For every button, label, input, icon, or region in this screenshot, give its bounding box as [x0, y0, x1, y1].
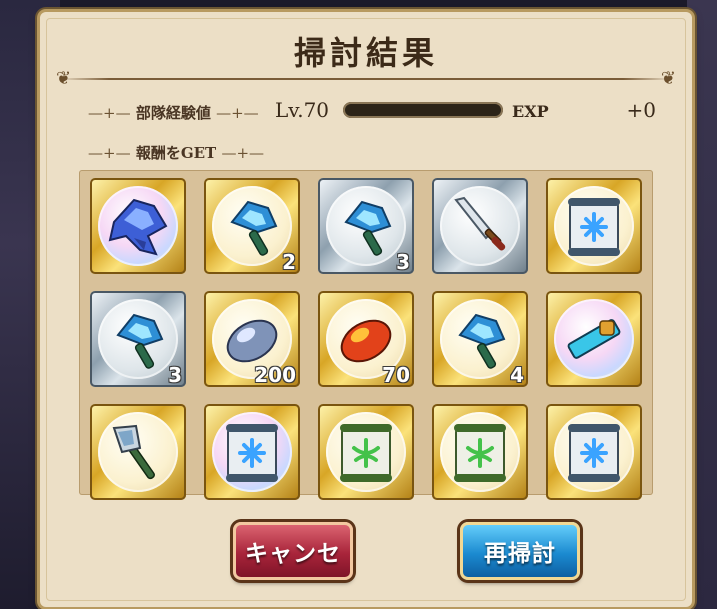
reward-item-tile[interactable] [546, 291, 642, 387]
level-text: Lv.70 [275, 98, 330, 122]
blue-rune-scroll-icon [568, 198, 620, 256]
ornament-dash-icon: —+— [221, 144, 265, 162]
reward-item-tile[interactable] [546, 178, 642, 274]
dialog-title: 掃討結果 [293, 34, 438, 72]
rewards-row: —+— 報酬をGET —+— [88, 142, 264, 163]
reward-item-tile[interactable] [318, 404, 414, 500]
reward-quantity: 3 [396, 250, 410, 274]
reward-item-tile[interactable]: 3 [90, 291, 186, 387]
ornament-dash-icon: —+— [88, 104, 131, 122]
rewards-label: 報酬をGET [135, 144, 217, 162]
reward-grid: 2 3 3 200 70 4 [79, 170, 653, 500]
exp-label: EXP [512, 102, 549, 121]
blue-crystal-ore-icon [230, 200, 278, 256]
reward-item-tile[interactable] [204, 404, 300, 500]
blue-crystal-ore-icon [344, 200, 392, 256]
party-exp-row: —+— 部隊経験値 —+— [88, 102, 259, 123]
battle-axe-icon [112, 424, 155, 480]
reward-item-tile[interactable] [432, 404, 528, 500]
blue-rune-scroll-icon [226, 424, 278, 482]
dagger-icon [454, 196, 506, 251]
reward-item-tile[interactable]: 3 [318, 178, 414, 274]
blue-crystal-ore-icon [458, 313, 506, 369]
exp-gain: +0 [626, 98, 656, 122]
party-exp-label: 部隊経験値 [135, 104, 211, 122]
reward-item-tile[interactable]: 2 [204, 178, 300, 274]
reward-item-tile[interactable]: 4 [432, 291, 528, 387]
reward-quantity: 2 [282, 250, 296, 274]
ornament-dash-icon: —+— [216, 104, 259, 122]
reward-item-tile[interactable] [546, 404, 642, 500]
energy-cell-icon [567, 319, 621, 359]
reward-quantity: 3 [168, 363, 182, 387]
reward-item-tile[interactable]: 70 [318, 291, 414, 387]
cancel-button[interactable]: キャンセ [233, 522, 353, 580]
resweep-button[interactable]: 再掃討 [460, 522, 580, 580]
reward-quantity: 4 [510, 363, 524, 387]
reward-item-tile[interactable] [90, 178, 186, 274]
reward-item-tile[interactable]: 200 [204, 291, 300, 387]
blue-rune-scroll-icon [568, 424, 620, 482]
reward-quantity: 70 [382, 363, 410, 387]
blue-crystal-ore-large-icon [108, 198, 168, 256]
reward-item-tile[interactable] [432, 178, 528, 274]
green-rune-scroll-icon [454, 424, 506, 482]
sweep-result-dialog: 掃討結果 ❦ ❦ —+— 部隊経験値 —+— Lv.70 EXP +0 —+— … [40, 12, 692, 607]
exp-bar [343, 102, 503, 118]
reward-item-tile[interactable] [90, 404, 186, 500]
blue-crystal-ore-icon [116, 313, 164, 369]
title-divider [60, 78, 672, 80]
green-rune-scroll-icon [340, 424, 392, 482]
ornament-dash-icon: —+— [88, 144, 131, 162]
reward-quantity: 200 [254, 363, 296, 387]
